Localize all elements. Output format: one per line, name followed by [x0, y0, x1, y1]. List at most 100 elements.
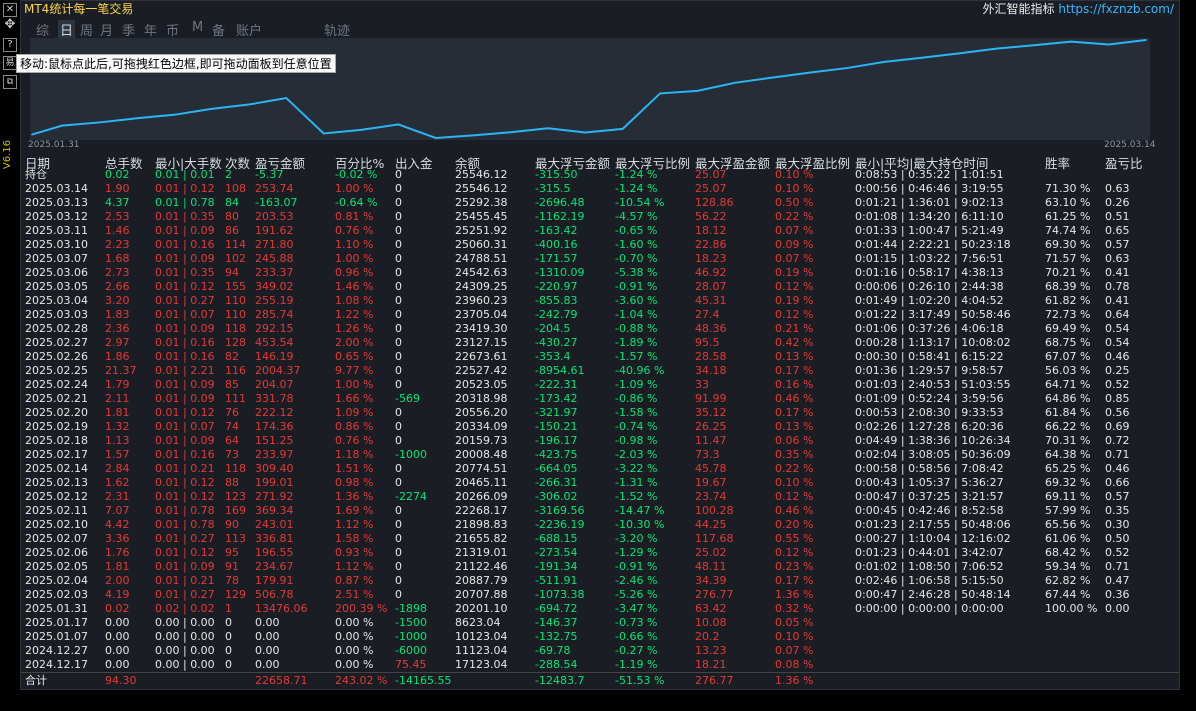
cell-pl-ratio: 0.78	[1105, 280, 1130, 293]
tab-5[interactable]: 年	[144, 20, 157, 39]
indicator-icon[interactable]: 易	[3, 56, 17, 70]
cell-max-float-profit: 22.86	[695, 238, 727, 251]
cell-hold-time: 0:01:49 | 1:02:20 | 4:04:52	[855, 294, 1004, 307]
cell-lots: 2.23	[105, 238, 130, 251]
cell-lots: 0.02	[105, 602, 130, 615]
tab-4[interactable]: 季	[122, 20, 135, 39]
help-icon[interactable]: ?	[3, 38, 17, 52]
cell-deposit: -6000	[395, 644, 427, 657]
cell-lots: 1.13	[105, 434, 130, 447]
cell-percent: 1.00 %	[335, 378, 374, 391]
cell-lots: 4.19	[105, 588, 130, 601]
cell-hold-time: 0:00:56 | 0:46:46 | 3:19:55	[855, 182, 1004, 195]
cell-lots: 0.02	[105, 168, 130, 181]
tab-9[interactable]: 账户	[236, 20, 262, 39]
cell-percent: 0.93 %	[335, 546, 374, 559]
cell-max-float-loss-pct: -1.24 %	[615, 168, 658, 181]
cell-pnl: 2004.37	[255, 364, 301, 377]
cell-pnl: 234.67	[255, 560, 294, 573]
cell-hold-time: 0:01:22 | 3:17:49 | 50:58:46	[855, 308, 1011, 321]
cell-win-rate: 69.49 %	[1045, 322, 1091, 335]
cell-max-float-profit-pct: 0.46 %	[775, 392, 814, 405]
cell-date: 2025.03.13	[25, 196, 88, 209]
tab-10[interactable]: 轨迹	[324, 20, 350, 39]
cell-pnl: 203.53	[255, 210, 294, 223]
cell-date: 2025.03.14	[25, 182, 88, 195]
cell-lots: 0.00	[105, 630, 130, 643]
cell-min-max-lots: 0.01 | 0.78	[155, 518, 215, 531]
cell-count: 110	[225, 294, 246, 307]
cell-max-float-profit-pct: 0.10 %	[775, 630, 814, 643]
cell-balance: 20465.11	[455, 476, 508, 489]
cell-balance: 22268.17	[455, 504, 508, 517]
cell-deposit: 0	[395, 224, 402, 237]
brand[interactable]: 外汇智能指标 https://fxznzb.com/	[983, 0, 1175, 17]
cell-deposit: -1000	[395, 630, 427, 643]
cell-min-max-lots: 0.00 | 0.00	[155, 616, 215, 629]
cell-max-float-profit: 34.18	[695, 364, 727, 377]
cell-max-float-loss-pct: -1.09 %	[615, 378, 658, 391]
cell-count: 0	[225, 658, 232, 671]
cell-balance: 20887.79	[455, 574, 508, 587]
tab-0[interactable]: 综	[36, 20, 49, 39]
cell-max-float-profit-pct: 0.20 %	[775, 518, 814, 531]
cell-pnl: 271.80	[255, 238, 294, 251]
cell-percent: 1.69 %	[335, 504, 374, 517]
tab-8[interactable]: 备	[212, 20, 225, 39]
tab-2[interactable]: 周	[80, 20, 93, 39]
cell-max-float-profit-pct: 0.19 %	[775, 294, 814, 307]
cell-deposit: 0	[395, 294, 402, 307]
cell-deposit: 0	[395, 266, 402, 279]
cell-max-float-profit-pct: 0.07 %	[775, 644, 814, 657]
cell-pl-ratio: 0.69	[1105, 420, 1130, 433]
cell-count: 1	[225, 602, 232, 615]
cell-date: 2024.12.27	[25, 644, 88, 657]
header-win-rate[interactable]: 胜率	[1045, 153, 1070, 172]
cell-max-float-loss: -1162.19	[535, 210, 585, 223]
cell-pl-ratio: 0.46	[1105, 350, 1130, 363]
cell-deposit: 0	[395, 560, 402, 573]
equity-point-20	[771, 76, 774, 79]
tab-3[interactable]: 月	[100, 20, 113, 39]
cell-balance: 20556.20	[455, 406, 508, 419]
tab-7[interactable]: M	[192, 20, 203, 35]
cell-max-float-loss-pct: -0.27 %	[615, 644, 658, 657]
cell-percent: 0.76 %	[335, 224, 374, 237]
cell-lots: 1.83	[105, 308, 130, 321]
cell-count: 95	[225, 546, 239, 559]
cell-max-float-profit-pct: 0.10 %	[775, 168, 814, 181]
cell-count: 74	[225, 420, 239, 433]
brand-url[interactable]: https://fxznzb.com/	[1058, 2, 1174, 16]
close-icon[interactable]: ✕	[3, 3, 17, 17]
cell-max-float-loss: -150.21	[535, 420, 578, 433]
cell-count: 78	[225, 574, 239, 587]
header-pl-ratio[interactable]: 盈亏比	[1105, 153, 1143, 172]
cell-pl-ratio: 0.50	[1105, 532, 1130, 545]
cell-percent: 9.77 %	[335, 364, 374, 377]
cell-max-float-loss: -855.83	[535, 294, 578, 307]
cell-max-float-loss: -1310.09	[535, 266, 585, 279]
copy-icon[interactable]: ⧉	[3, 75, 17, 89]
move-icon[interactable]: ✥	[3, 18, 17, 33]
panel-title: MT4统计每一笔交易	[24, 2, 134, 16]
cell-date: 2025.02.27	[25, 336, 88, 349]
cell-deposit: 0	[395, 196, 402, 209]
tab-6[interactable]: 币	[166, 20, 179, 39]
cell-deposit: 0	[395, 364, 402, 377]
cell-max-float-loss: -242.79	[535, 308, 578, 321]
cell-max-float-loss-pct: -5.38 %	[615, 266, 658, 279]
cell-pl-ratio: 0.64	[1105, 308, 1130, 321]
cell-hold-time: 0:08:53 | 0:35:22 | 1:01:51	[855, 168, 1004, 181]
tab-1[interactable]: 日	[58, 20, 76, 39]
cell-deposit: 0	[395, 434, 402, 447]
cell-max-float-profit: 117.68	[695, 532, 734, 545]
cell-max-float-profit-pct: 0.09 %	[775, 238, 814, 251]
cell-date: 2025.02.11	[25, 504, 88, 517]
equity-point-28	[1070, 40, 1073, 43]
cell-lots: 1.76	[105, 546, 130, 559]
cell-max-float-profit-pct: 0.19 %	[775, 266, 814, 279]
cell-hold-time: 0:00:53 | 2:08:30 | 9:33:53	[855, 406, 1004, 419]
cell-max-float-loss-pct: -40.96 %	[615, 364, 665, 377]
cell-count: 129	[225, 588, 246, 601]
cell-balance: 20266.09	[455, 490, 508, 503]
